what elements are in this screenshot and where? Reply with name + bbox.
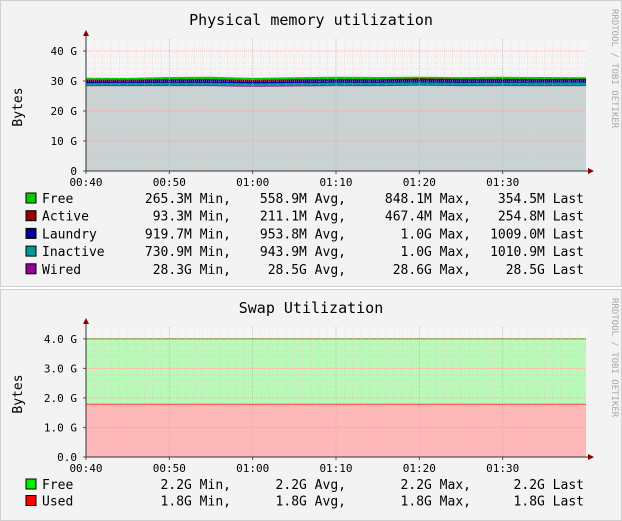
x-tick-label: 00:50 [153, 176, 186, 189]
x-tick-label: 01:20 [403, 176, 436, 189]
chart-title: Swap Utilization [239, 299, 384, 317]
swap-utilization-panel: Swap Utilization RRDTOOL / TOBI OETIKER 0.… [0, 289, 622, 521]
legend-max: 28.6G Max, [393, 263, 471, 278]
legend-min: 730.9M Min, [145, 245, 231, 260]
legend-avg: 2.2G Avg, [276, 478, 346, 493]
legend-name: Free [42, 192, 73, 207]
legend-last: 1009.0M Last [490, 227, 584, 242]
x-tick-label: 01:00 [236, 462, 269, 475]
legend-min: 28.3G Min, [153, 263, 231, 278]
x-axis-arrow [588, 454, 594, 460]
legend-min: 919.7M Min, [145, 227, 231, 242]
legend-name: Used [42, 495, 73, 510]
legend-name: Laundry [42, 227, 97, 242]
legend-max: 1.8G Max, [401, 495, 471, 510]
y-axis-label: Bytes [11, 374, 26, 413]
memory-utilization-chart: Physical memory utilization RRDTOOL / TOB… [11, 9, 619, 278]
legend-swatch-free [25, 192, 37, 204]
legend-name: Inactive [42, 245, 105, 260]
legend-avg: 28.5G Avg, [268, 263, 346, 278]
legend-swatch-inactive [25, 245, 37, 257]
y-tick-label: 2.0 G [44, 392, 77, 405]
legend-swatch-wired [25, 263, 37, 275]
swap-utilization-chart: Swap Utilization RRDTOOL / TOBI OETIKER0.… [11, 298, 619, 510]
legend-name: Active [42, 210, 89, 225]
y-axis-arrow [83, 30, 89, 36]
legend-last: 354.5M Last [498, 192, 584, 207]
legend-min: 93.3M Min, [153, 210, 231, 225]
legend-swatch-laundry [25, 227, 37, 239]
x-tick-label: 01:20 [403, 462, 436, 475]
legend-swatch-used [25, 495, 37, 506]
legend-max: 1.0G Max, [401, 227, 471, 242]
legend-swatch-active [25, 210, 37, 222]
x-tick-label: 01:30 [486, 176, 519, 189]
y-tick-label: 1.0 G [44, 421, 77, 434]
legend-avg: 943.9M Avg, [260, 245, 346, 260]
x-tick-label: 00:50 [153, 462, 186, 475]
legend-avg: 211.1M Avg, [260, 210, 346, 225]
y-tick-label: 10 G [51, 135, 78, 148]
x-tick-label: 01:10 [319, 176, 352, 189]
legend-last: 254.8M Last [498, 210, 584, 225]
legend-swatch-free [25, 478, 37, 490]
y-tick-label: 3.0 G [44, 362, 77, 375]
legend-max: 2.2G Max, [401, 478, 471, 493]
x-tick-label: 01:30 [486, 462, 519, 475]
x-axis-arrow [588, 168, 594, 174]
legend-avg: 558.9M Avg, [260, 192, 346, 207]
x-tick-label: 01:00 [236, 176, 269, 189]
x-tick-label: 01:10 [319, 462, 352, 475]
x-tick-label: 00:40 [69, 176, 102, 189]
legend-last: 1.8G Last [514, 495, 584, 510]
legend-avg: 953.8M Avg, [260, 227, 346, 242]
legend-min: 265.3M Min, [145, 192, 231, 207]
legend-last: 2.2G Last [514, 478, 584, 493]
legend-name: Wired [42, 263, 81, 278]
legend-max: 848.1M Max, [385, 192, 471, 207]
y-tick-label: 4.0 G [44, 333, 77, 346]
y-axis-label: Bytes [11, 87, 26, 126]
legend-min: 2.2G Min, [161, 478, 231, 493]
legend-name: Free [42, 478, 73, 493]
legend-min: 1.8G Min, [161, 495, 231, 510]
legend-avg: 1.8G Avg, [276, 495, 346, 510]
y-tick-label: 30 G [51, 75, 78, 88]
y-tick-label: 20 G [51, 105, 78, 118]
y-axis-arrow [83, 318, 89, 324]
x-tick-label: 00:40 [69, 462, 102, 475]
memory-utilization-panel: Physical memory utilization RRDTOOL / TOB… [0, 0, 622, 287]
rrdtool-watermark: RRDTOOL / TOBI OETIKER [609, 9, 619, 129]
y-tick-label: 40 G [51, 45, 78, 58]
area-wired [86, 85, 586, 171]
rrdtool-watermark: RRDTOOL / TOBI OETIKER [609, 298, 619, 418]
legend-last: 1010.9M Last [490, 245, 584, 260]
legend-max: 467.4M Max, [385, 210, 471, 225]
legend-last: 28.5G Last [506, 263, 584, 278]
chart-title: Physical memory utilization [189, 11, 433, 29]
legend-max: 1.0G Max, [401, 245, 471, 260]
